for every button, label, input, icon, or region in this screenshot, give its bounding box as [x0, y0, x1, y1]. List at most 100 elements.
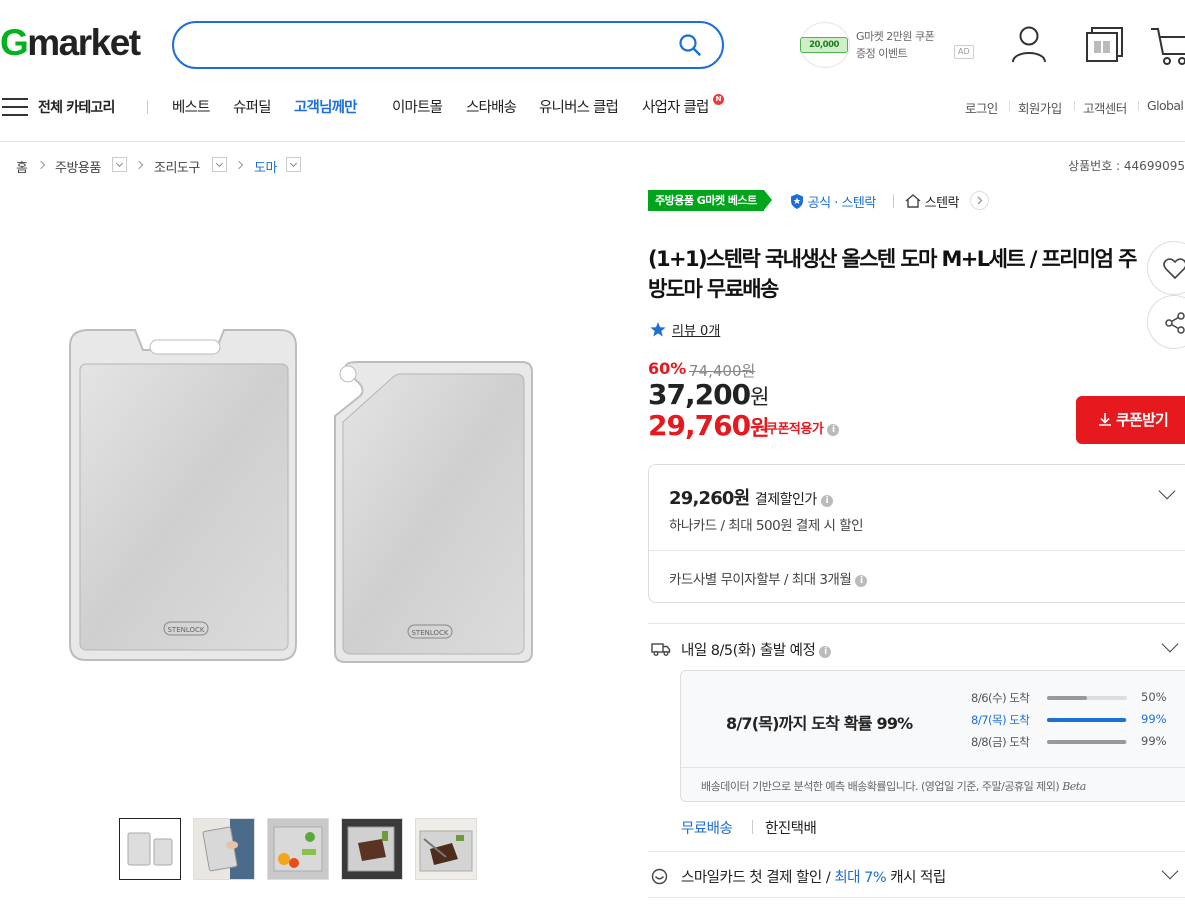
review-count: 리뷰 0개 [672, 324, 721, 339]
breadcrumb-kitchen[interactable]: 주방용품 [55, 157, 101, 176]
payment-amount: 29,260원 [669, 488, 750, 509]
nav-star-delivery[interactable]: 스타배송 [466, 96, 517, 117]
thumbnail-5[interactable] [415, 818, 477, 880]
arrival-note-text: 배송데이터 기반으로 분석한 예측 배송확률입니다. (영업일 기준, 주말/공… [701, 780, 1060, 793]
share-button[interactable] [1147, 295, 1185, 349]
arrival-bar-fill [1047, 696, 1087, 700]
download-icon [1099, 413, 1111, 426]
divider [681, 767, 1185, 768]
arrival-row-label: 8/8(금) 도착 [971, 735, 1030, 749]
thumbnail-3[interactable] [267, 818, 329, 880]
search-input[interactable] [196, 33, 676, 57]
get-coupon-button[interactable]: 쿠폰받기 [1076, 396, 1185, 444]
discount-rate: 60% [648, 359, 687, 378]
review-link[interactable]: 리뷰 0개 [650, 320, 720, 339]
info-icon[interactable]: i [855, 575, 868, 587]
info-icon[interactable]: i [819, 646, 832, 658]
smile-icon [651, 868, 668, 889]
product-title: (1+1)스텐락 국내생산 올스텐 도마 M+L세트 / 프리미엄 주방도마 무… [648, 247, 1137, 301]
global-link[interactable]: Global [1147, 98, 1184, 113]
customer-center-link[interactable]: 고객센터 [1083, 98, 1127, 117]
arrival-row-pct: 99% [1141, 734, 1167, 748]
thumbnail-4[interactable] [341, 818, 403, 880]
ad-tag: AD [954, 45, 974, 59]
arrival-headline: 8/7(목)까지 도착 확률 99% [726, 714, 913, 733]
installment-text: 카드사별 무이자할부 / 최대 3개월 [669, 572, 852, 588]
header-divider [0, 141, 1185, 142]
breadcrumb-cooking-tools[interactable]: 조리도구 [154, 157, 200, 176]
breadcrumb-dropdown-icon[interactable] [212, 157, 227, 172]
thumbnail-2[interactable] [193, 818, 255, 880]
nav-universe-club[interactable]: 유니버스 클럽 [539, 96, 619, 117]
ad-line-1: G마켓 2만원 쿠폰 [856, 30, 935, 43]
payment-discount-desc: 하나카드 / 최대 500원 결제 시 할인 [669, 518, 864, 534]
free-shipping-label: 무료배송 [681, 821, 733, 837]
breadcrumb-dropdown-icon[interactable] [112, 157, 127, 172]
payment-discount-price: 29,260원 결제할인가 i [669, 484, 833, 510]
nav-divider [147, 100, 148, 114]
shipping-depart-text: 내일 8/5(화) 출발 예정 [681, 643, 816, 659]
login-link[interactable]: 로그인 [965, 98, 998, 117]
nav-best[interactable]: 베스트 [172, 96, 210, 117]
wishlist-button[interactable] [1147, 241, 1185, 295]
sale-price: 37,200원 [648, 378, 769, 411]
nav-superdeal[interactable]: 슈퍼딜 [233, 96, 271, 117]
coupon-price-label-text: 쿠폰적용가 [766, 422, 824, 437]
official-store-link[interactable]: 공식 · 스텐락 [790, 192, 876, 211]
recent-items-icon[interactable] [1085, 24, 1125, 68]
coupon-price: 29,760원 [648, 409, 769, 442]
breadcrumb-cutting-board[interactable]: 도마 [254, 157, 277, 176]
chevron-down-icon[interactable] [1161, 635, 1179, 653]
search-icon[interactable] [678, 33, 702, 61]
gmarket-logo[interactable]: Gmarket [0, 22, 141, 64]
share-icon [1165, 312, 1185, 334]
nav-emart-mall[interactable]: 이마트몰 [392, 96, 443, 117]
heart-icon [1163, 258, 1185, 280]
ad-coupon-event[interactable]: 20,000 G마켓 2만원 쿠폰 증정 이벤트 AD [800, 22, 980, 68]
official-shield-icon [791, 194, 803, 209]
info-icon[interactable]: i [820, 495, 833, 507]
info-icon[interactable]: i [827, 424, 840, 436]
main-product-image[interactable]: STENLOCK STENLOCK [40, 290, 560, 690]
smilecard-highlight: 최대 7% [834, 870, 887, 886]
chevron-down-icon[interactable] [1158, 482, 1176, 500]
divider [893, 194, 894, 208]
all-categories-button[interactable]: 전체 카테고리 [38, 97, 115, 117]
divider [649, 550, 1185, 551]
new-badge: N [713, 94, 724, 105]
cart-icon[interactable] [1150, 24, 1185, 70]
signup-link[interactable]: 회원가입 [1018, 98, 1062, 117]
truck-icon [651, 641, 671, 661]
arrival-bar [1047, 718, 1127, 722]
arrival-probability-box: 8/7(목)까지 도착 확률 99% 8/6(수) 도착 50% 8/7(목) … [680, 670, 1185, 802]
arrival-bar-fill [1047, 718, 1127, 722]
store-chevron-icon[interactable] [970, 191, 989, 210]
coupon-price-label: 쿠폰적용가 i [766, 418, 840, 437]
menu-icon[interactable] [2, 97, 28, 121]
divider [648, 897, 1185, 898]
breadcrumb-dropdown-icon[interactable] [286, 157, 301, 172]
thumbnail-1[interactable] [119, 818, 181, 880]
store-link[interactable]: 스텐락 [905, 192, 960, 211]
divider [752, 820, 753, 834]
breadcrumb-home[interactable]: 홈 [16, 157, 28, 176]
best-badge[interactable]: 주방용품 G마켓 베스트 [648, 190, 772, 211]
user-icon[interactable] [1010, 24, 1048, 68]
shipping-depart: 내일 8/5(화) 출발 예정 i [681, 639, 832, 660]
installment-info: 카드사별 무이자할부 / 최대 3개월 i [669, 568, 868, 588]
breadcrumb-separator-icon [234, 160, 244, 170]
brand-engraving: STENLOCK [167, 626, 204, 634]
brand-engraving: STENLOCK [411, 629, 448, 637]
divider [648, 851, 1185, 852]
payment-discount-box: 29,260원 결제할인가 i 하나카드 / 최대 500원 결제 시 할인 카드… [648, 464, 1185, 603]
arrival-row-label: 8/6(수) 도착 [971, 691, 1030, 705]
arrival-bar-fill [1047, 740, 1127, 744]
nav-customer-only[interactable]: 고객님께만 [294, 96, 357, 117]
nav-business-club[interactable]: 사업자 클럽 [642, 96, 709, 117]
arrival-row-pct: 99% [1141, 712, 1167, 726]
chevron-down-icon[interactable] [1161, 862, 1179, 880]
get-coupon-label: 쿠폰받기 [1116, 411, 1169, 429]
arrival-note: 배송데이터 기반으로 분석한 예측 배송확률입니다. (영업일 기준, 주말/공… [701, 778, 1086, 794]
sale-price-number: 37,200 [648, 378, 751, 411]
arrival-bar [1047, 696, 1127, 700]
